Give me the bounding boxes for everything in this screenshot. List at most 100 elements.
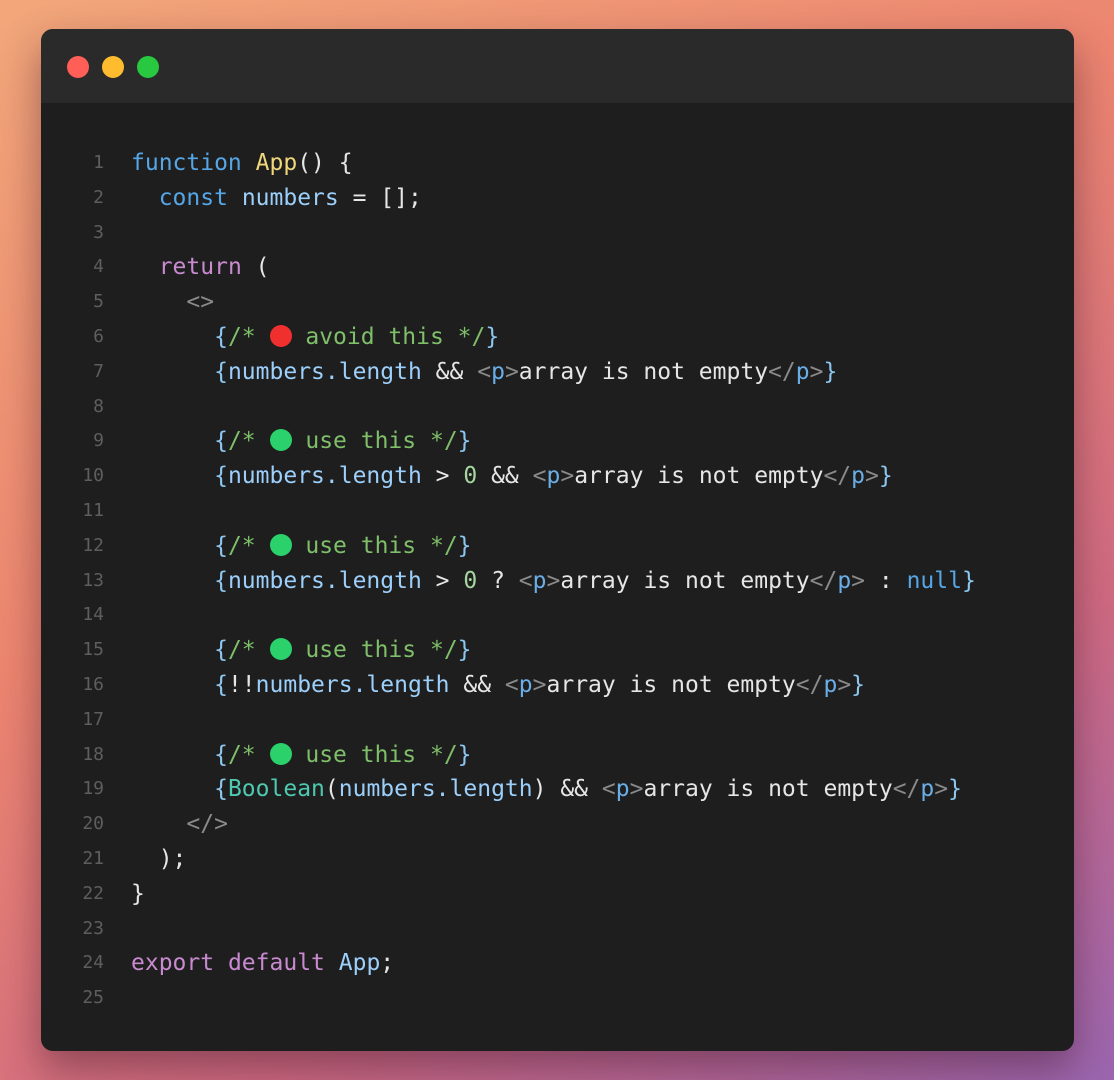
code-line: 12 {/* use this */} [41, 529, 1074, 564]
code-token: < [504, 671, 519, 698]
code-token: array is not empty [518, 358, 769, 385]
code-text: {numbers.length > 0 ? <p>array is not em… [131, 564, 976, 599]
line-number: 23 [82, 917, 104, 939]
code-token: { [214, 428, 228, 455]
window-titlebar [41, 29, 1074, 103]
line-number: 22 [82, 882, 104, 904]
code-token: array is not empty [643, 776, 893, 803]
code-token: > [546, 567, 561, 594]
code-token: > [629, 776, 644, 803]
code-token: default [227, 950, 325, 977]
code-token: </> [186, 811, 228, 838]
code-token: numbers.length [227, 567, 422, 594]
code-text: {numbers.length > 0 && <p>array is not e… [131, 459, 893, 494]
line-number: 15 [82, 639, 104, 661]
code-token: } [948, 776, 962, 803]
code-window: 1 function App() {2 const numbers = []; 3 4… [41, 29, 1074, 1051]
line-number: 21 [82, 847, 104, 869]
line-number: 25 [82, 987, 104, 1009]
line-number: 3 [93, 221, 104, 243]
line-number: 19 [82, 778, 104, 800]
code-token: numbers.length [255, 671, 450, 698]
code-token: array is not empty [560, 567, 810, 594]
code-line: 16 {!!numbers.length && <p>array is not … [41, 668, 1074, 703]
line-number: 9 [93, 430, 104, 452]
green-circle-icon [269, 638, 292, 661]
code-token: !! [227, 671, 256, 698]
code-token: } [823, 358, 838, 385]
code-line: 3 [41, 216, 1074, 251]
minimize-window-button[interactable] [102, 56, 124, 78]
line-number: 1 [93, 152, 104, 173]
code-token: { [214, 741, 228, 768]
code-line: 7 {numbers.length && <p>array is not emp… [41, 355, 1074, 390]
code-text: <> [131, 285, 214, 320]
code-token: p [920, 776, 935, 803]
code-line: 6 {/* avoid this */} [41, 320, 1074, 355]
code-token: App [255, 150, 298, 176]
code-token: > [504, 358, 519, 385]
code-token: </ [809, 567, 838, 594]
code-token: > [851, 567, 866, 594]
code-token: () { [297, 150, 353, 176]
code-line: 25 [41, 981, 1074, 1016]
code-line: 8 [41, 390, 1074, 425]
code-line: 23 [41, 912, 1074, 947]
code-line: 5 <> [41, 285, 1074, 320]
code-token: p [532, 567, 547, 594]
line-number: 11 [82, 499, 104, 521]
code-token: array is not empty [574, 463, 824, 490]
code-token: ; [380, 950, 395, 977]
code-token: function [131, 150, 242, 176]
code-line: 1 function App() { [41, 146, 1074, 181]
code-token: const [158, 184, 228, 211]
close-window-button[interactable] [67, 56, 89, 78]
line-number: 6 [93, 325, 104, 347]
code-line: 21 ); [41, 842, 1074, 877]
code-token: p [795, 358, 810, 385]
code-token: } [485, 323, 500, 350]
line-number: 12 [82, 534, 104, 556]
code-token: numbers [241, 184, 339, 211]
code-token: /* [227, 741, 270, 768]
code-token: p [491, 358, 505, 385]
code-token: && [449, 671, 505, 698]
code-line: 20 </> [41, 807, 1074, 842]
code-token: } [457, 741, 472, 768]
code-token: { [214, 532, 228, 559]
code-token: p [546, 463, 561, 490]
code-token: p [823, 671, 838, 698]
code-token: > [865, 463, 879, 490]
maximize-window-button[interactable] [137, 56, 159, 78]
code-text: export default App; [131, 946, 394, 981]
line-number: 8 [93, 395, 104, 417]
code-token: < [532, 463, 547, 490]
code-token: < [601, 776, 616, 803]
code-token: numbers.length [338, 776, 533, 803]
code-token: ( [241, 254, 270, 281]
code-token: use this */ [291, 637, 458, 664]
code-token: ( [324, 776, 339, 803]
code-token: = []; [338, 184, 422, 211]
line-number: 24 [82, 952, 104, 974]
line-number: 20 [82, 813, 104, 835]
code-text: return ( [131, 250, 270, 285]
code-token: p [518, 671, 533, 698]
code-line: 19 {Boolean(numbers.length) && <p>array … [41, 772, 1074, 807]
code-text: {Boolean(numbers.length) && <p>array is … [131, 772, 962, 807]
code-token: </ [795, 671, 824, 698]
code-token: use this */ [291, 428, 458, 455]
code-line: 4 return ( [41, 250, 1074, 285]
code-token: numbers.length [227, 463, 422, 490]
code-token: } [457, 532, 472, 559]
code-token: </ [768, 358, 796, 385]
code-block: 1 function App() {2 const numbers = []; 3 4… [41, 146, 1074, 1016]
code-text: {numbers.length && <p>array is not empty… [131, 355, 837, 390]
